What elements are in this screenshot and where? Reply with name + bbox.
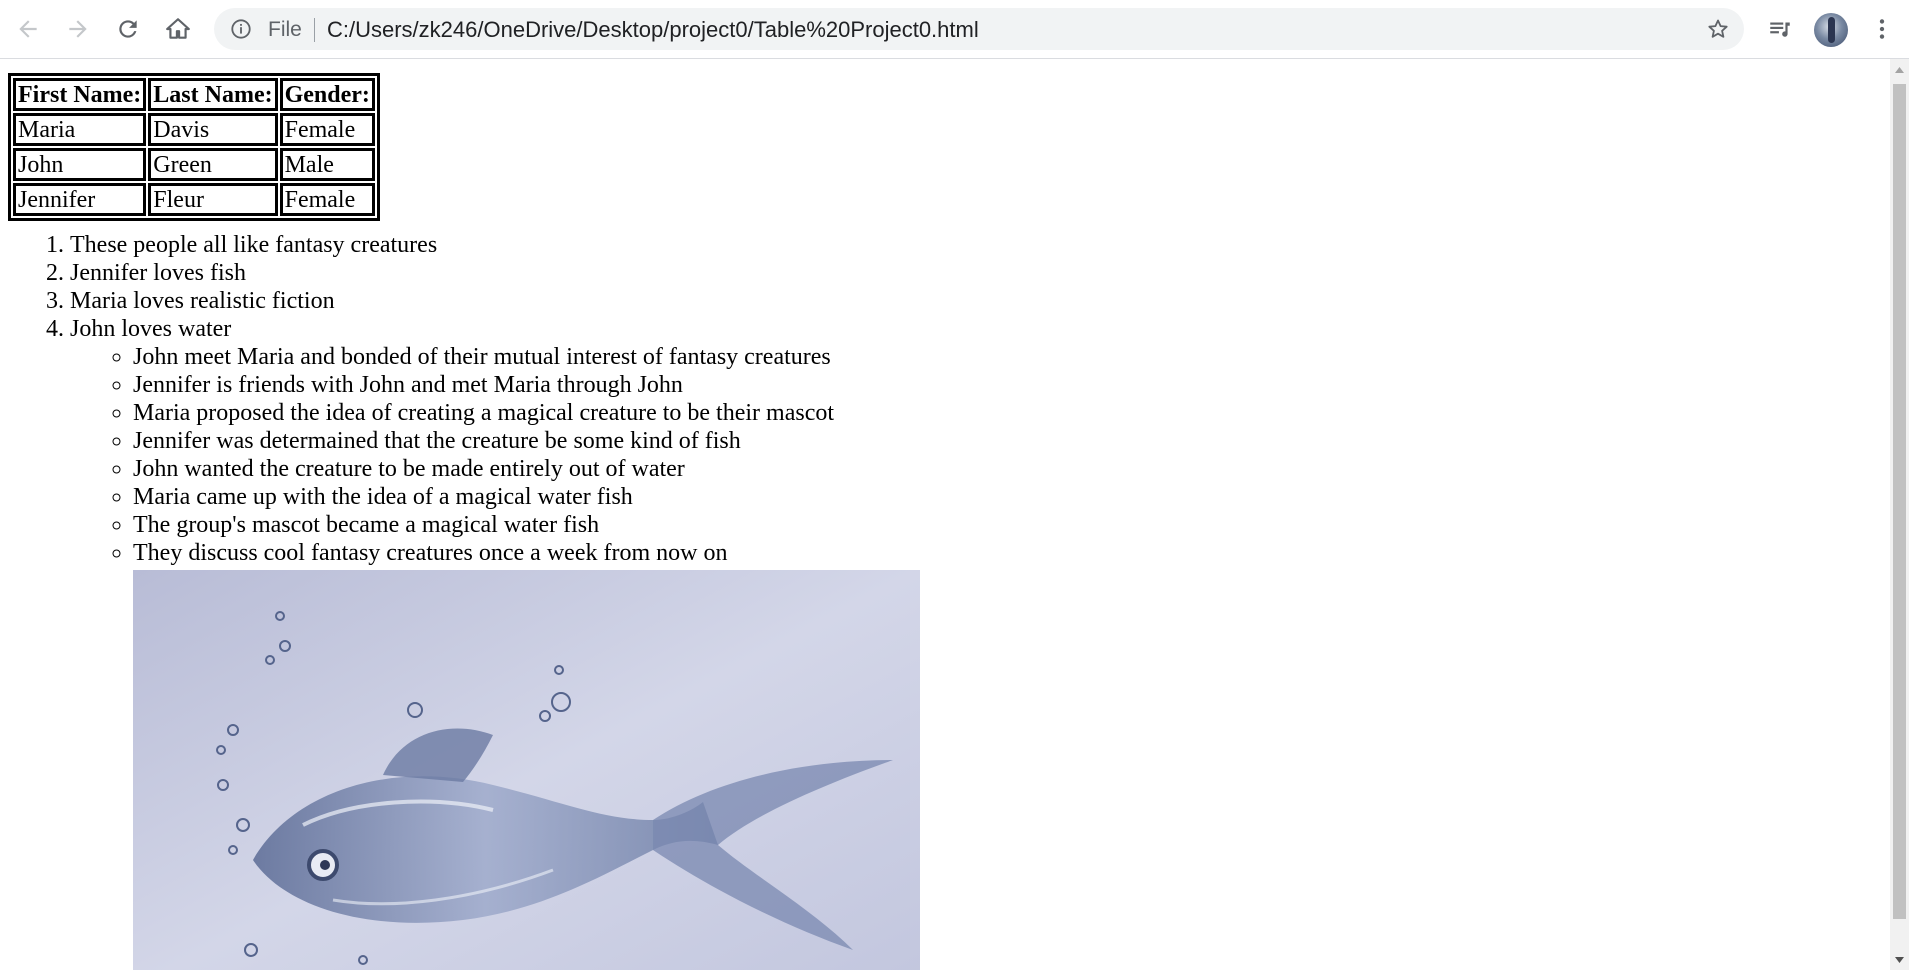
nested-list-item: Jennifer was determained that the creatu… — [133, 427, 834, 455]
avatar[interactable] — [1814, 13, 1848, 47]
list-item: Maria loves realistic fiction — [70, 287, 834, 315]
nested-list-item: Maria proposed the idea of creating a ma… — [133, 399, 834, 427]
table-cell: Fleur — [148, 183, 278, 216]
table-row: John Green Male — [13, 148, 375, 181]
table-header-cell: Gender: — [279, 78, 375, 111]
page-content: First Name: Last Name: Gender: Maria Dav… — [0, 59, 1890, 970]
nested-list-item: The group's mascot became a magical wate… — [133, 511, 834, 539]
table-cell: Green — [148, 148, 278, 181]
back-icon[interactable] — [10, 11, 46, 47]
scrollbar-thumb[interactable] — [1893, 84, 1906, 919]
table-cell: Female — [279, 113, 375, 146]
table-row: Maria Davis Female — [13, 113, 375, 146]
list-item: John loves water John meet Maria and bon… — [70, 315, 834, 567]
table-cell: Davis — [148, 113, 278, 146]
table-header-cell: First Name: — [13, 78, 147, 111]
list-item-text: These people all like fantasy creatures — [70, 232, 438, 258]
table-row: Jennifer Fleur Female — [13, 183, 375, 216]
scroll-up-arrow-icon[interactable] — [1890, 61, 1909, 78]
nested-list-item: John wanted the creature to be made enti… — [133, 455, 834, 483]
star-icon[interactable] — [1706, 17, 1730, 41]
url-text[interactable]: C:/Users/zk246/OneDrive/Desktop/project0… — [327, 17, 979, 43]
nested-list-item: Maria came up with the idea of a magical… — [133, 483, 834, 511]
vertical-scrollbar[interactable] — [1890, 59, 1909, 970]
table-cell: Female — [279, 183, 375, 216]
table-header-row: First Name: Last Name: Gender: — [13, 78, 375, 111]
table-cell: Maria — [13, 113, 147, 146]
table-cell: Jennifer — [13, 183, 147, 216]
list-item-text: Maria loves realistic fiction — [70, 288, 335, 314]
forward-icon[interactable] — [60, 11, 96, 47]
people-table: First Name: Last Name: Gender: Maria Dav… — [8, 73, 380, 221]
ordered-list: These people all like fantasy creatures … — [0, 231, 834, 567]
nested-list-item: John meet Maria and bonded of their mutu… — [133, 343, 834, 371]
omnibox-separator — [314, 18, 315, 42]
table-cell: John — [13, 148, 147, 181]
browser-toolbar: File C:/Users/zk246/OneDrive/Desktop/pro… — [0, 0, 1909, 59]
nested-list-item: They discuss cool fantasy creatures once… — [133, 539, 834, 567]
nested-list-item: Jennifer is friends with John and met Ma… — [133, 371, 834, 399]
list-item: These people all like fantasy creatures — [70, 231, 834, 259]
water-fish-image — [133, 570, 920, 970]
url-scheme-label: File — [268, 18, 302, 41]
menu-icon[interactable] — [1864, 11, 1900, 47]
table-cell: Male — [279, 148, 375, 181]
list-item: Jennifer loves fish — [70, 259, 834, 287]
scroll-down-arrow-icon[interactable] — [1890, 951, 1909, 968]
list-item-text: Jennifer loves fish — [70, 260, 246, 286]
info-icon[interactable] — [230, 18, 252, 40]
table-header-cell: Last Name: — [148, 78, 278, 111]
nested-list: John meet Maria and bonded of their mutu… — [70, 343, 834, 567]
home-icon[interactable] — [160, 11, 196, 47]
list-item-text: John loves water — [70, 316, 232, 342]
address-bar[interactable]: File C:/Users/zk246/OneDrive/Desktop/pro… — [214, 8, 1744, 50]
media-queue-icon[interactable] — [1762, 11, 1798, 47]
reload-icon[interactable] — [110, 11, 146, 47]
